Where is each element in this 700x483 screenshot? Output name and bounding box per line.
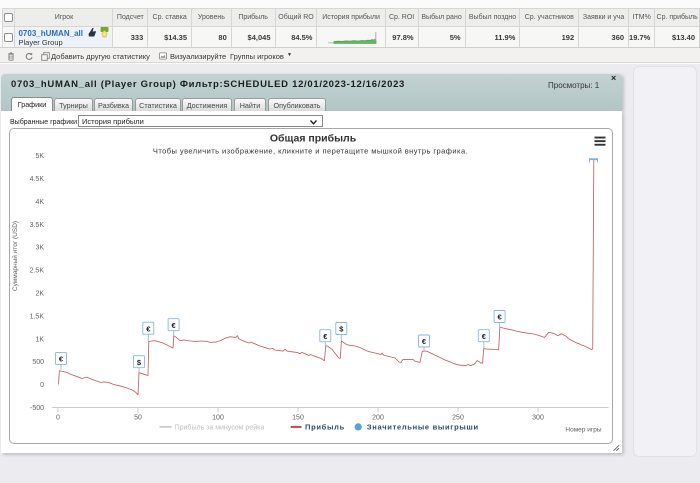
svg-text:2K: 2K [35, 291, 44, 298]
svg-text:0: 0 [40, 382, 44, 389]
svg-text:2.5K: 2.5K [30, 268, 45, 275]
svg-text:300: 300 [532, 415, 544, 422]
svg-text:Общая прибыль: Общая прибыль [270, 133, 357, 145]
svg-text:0: 0 [56, 415, 60, 422]
svg-text:4.5K: 4.5K [30, 176, 45, 183]
svg-text:4K: 4K [35, 199, 44, 206]
svg-text:100: 100 [212, 415, 224, 422]
svg-text:Прибыль за минусом рейка: Прибыль за минусом рейка [175, 423, 265, 431]
svg-text:-500: -500 [30, 405, 44, 412]
svg-text:Значительные выигрыши: Значительные выигрыши [367, 422, 479, 431]
svg-text:Суммарный итог (USD): Суммарный итог (USD) [11, 221, 19, 291]
svg-text:Номер игры: Номер игры [565, 426, 601, 433]
svg-text:5K: 5K [35, 153, 44, 160]
svg-text:50: 50 [134, 415, 142, 422]
svg-text:3K: 3K [35, 245, 44, 252]
svg-text:Чтобы увеличить изображение, к: Чтобы увеличить изображение, кликните и … [153, 147, 468, 156]
svg-text:250: 250 [452, 415, 464, 422]
svg-text:3.5K: 3.5K [30, 222, 45, 229]
svg-text:500: 500 [32, 359, 44, 366]
svg-text:1.5K: 1.5K [30, 313, 45, 320]
svg-text:Прибыль: Прибыль [305, 422, 345, 431]
svg-text:1K: 1K [35, 336, 44, 343]
svg-text:200: 200 [372, 415, 384, 422]
svg-text:150: 150 [292, 415, 304, 422]
